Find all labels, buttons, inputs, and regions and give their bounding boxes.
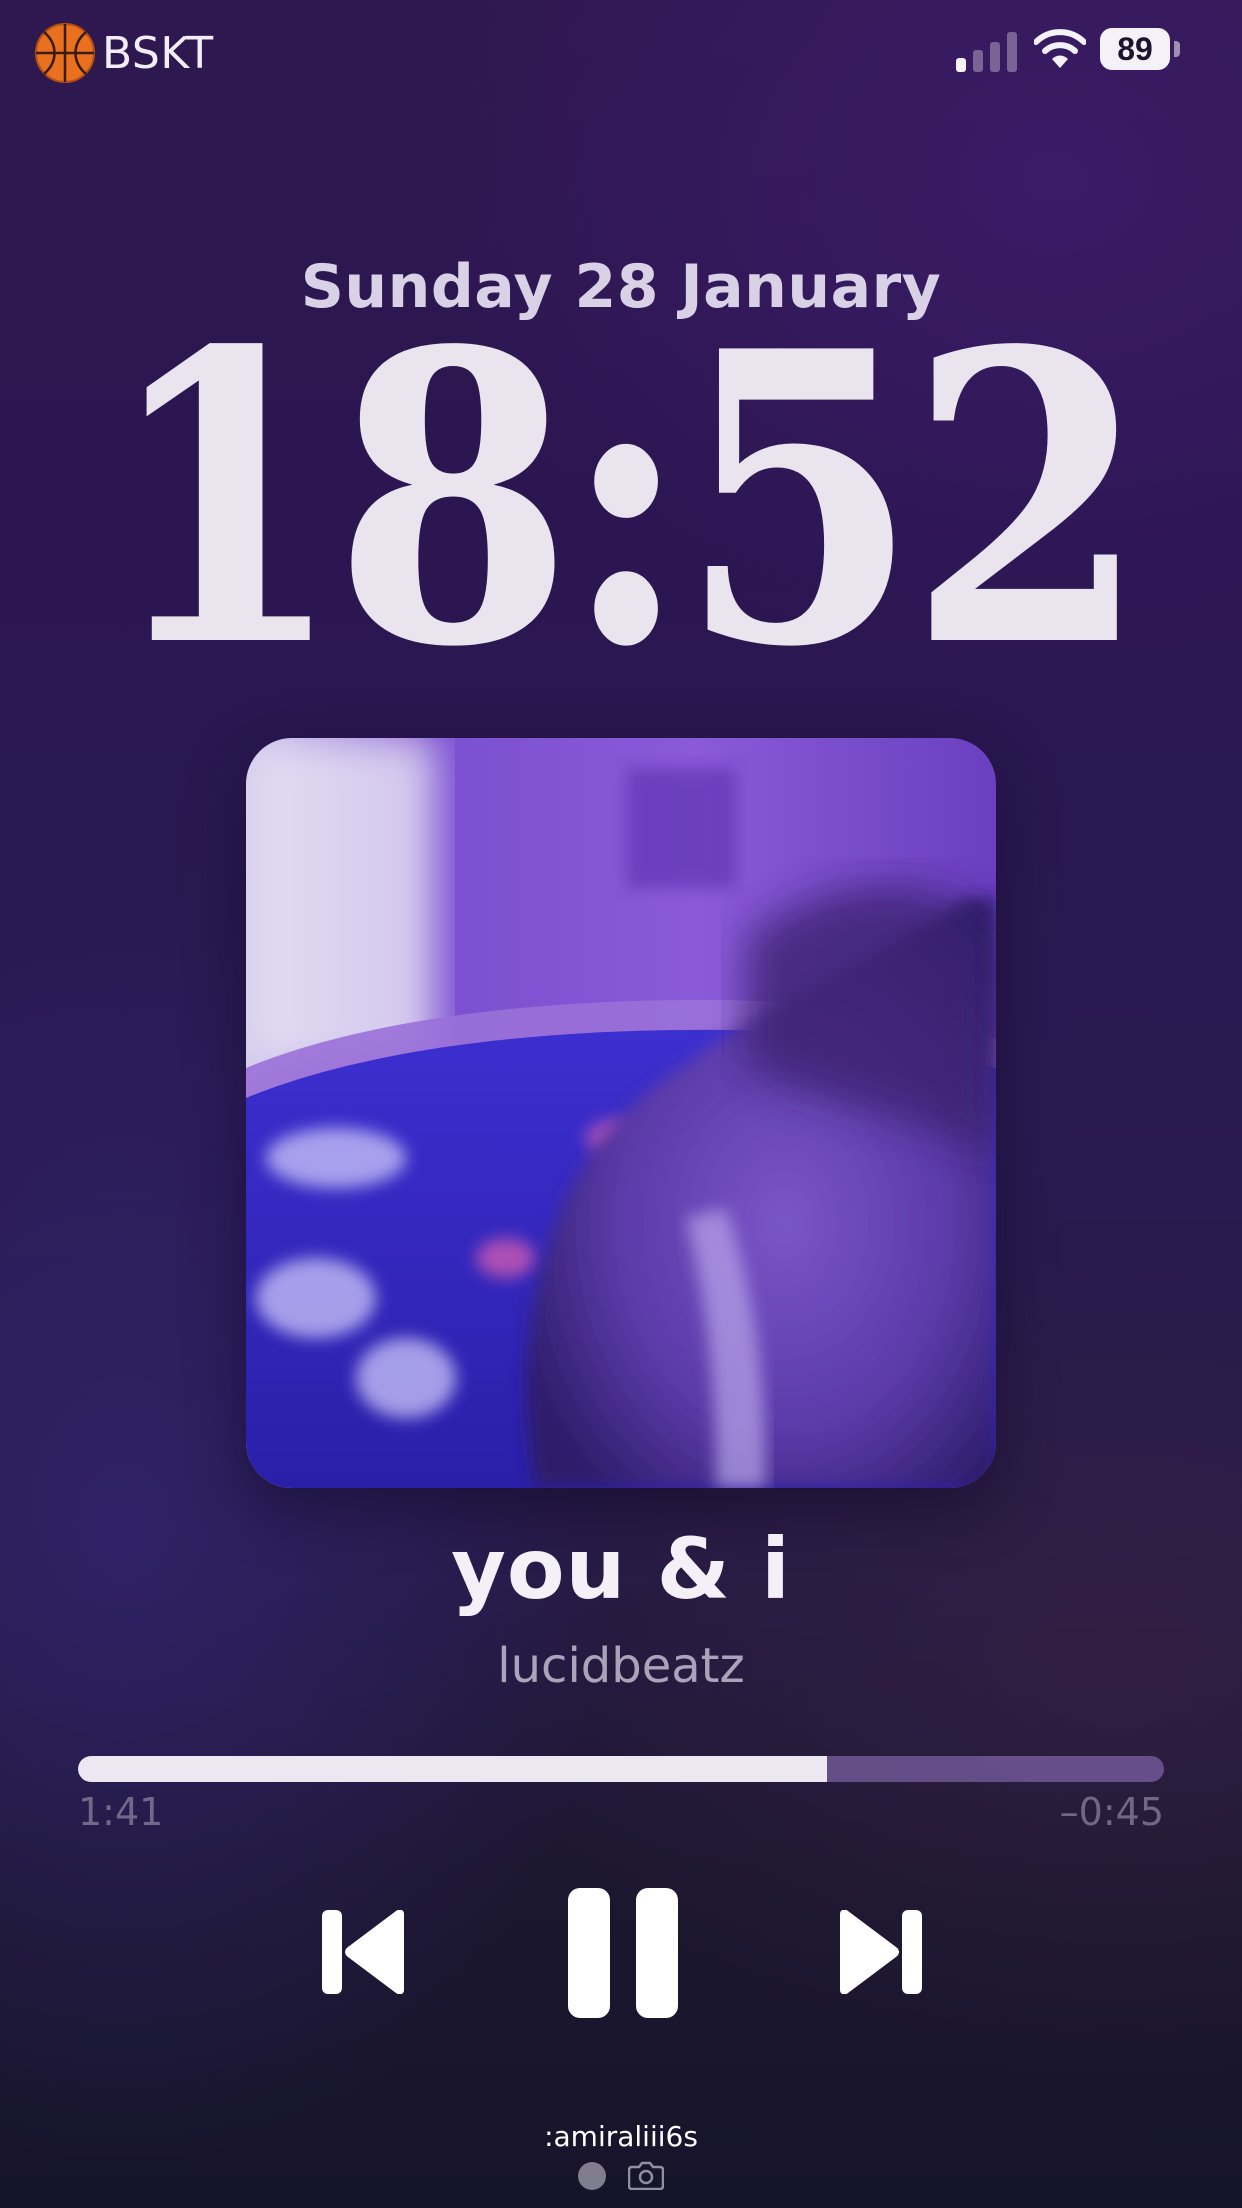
battery-level: 89 bbox=[1117, 30, 1153, 67]
flashlight-icon[interactable] bbox=[578, 2162, 606, 2190]
status-bar: BSKT 89 bbox=[0, 0, 1242, 110]
pause-icon bbox=[568, 1888, 678, 2018]
wifi-icon bbox=[1034, 29, 1086, 68]
camera-icon[interactable] bbox=[628, 2160, 664, 2190]
lock-screen-time[interactable]: 18:52 bbox=[87, 300, 1155, 700]
battery-body: 89 bbox=[1100, 28, 1170, 70]
watermark-handle: :amiraliii6s bbox=[544, 2120, 698, 2153]
album-artwork-image bbox=[246, 738, 996, 1488]
remaining-time: –0:45 bbox=[1059, 1790, 1164, 1834]
pause-button[interactable] bbox=[568, 1888, 678, 2018]
previous-track-button[interactable] bbox=[322, 1910, 408, 1994]
cellular-signal-icon bbox=[956, 32, 1017, 72]
battery-indicator: 89 bbox=[1100, 28, 1180, 70]
next-track-button[interactable] bbox=[836, 1910, 922, 1994]
skip-back-icon bbox=[322, 1910, 404, 1994]
track-artist[interactable]: lucidbeatz bbox=[0, 1638, 1242, 1694]
skip-forward-icon bbox=[840, 1910, 922, 1994]
track-title: you & i bbox=[451, 1520, 791, 1618]
carrier: BSKT bbox=[34, 22, 214, 84]
basketball-icon bbox=[35, 23, 95, 83]
album-artwork[interactable] bbox=[246, 738, 996, 1488]
carrier-label: BSKT bbox=[102, 27, 214, 79]
battery-tip bbox=[1174, 41, 1180, 57]
playback-progress-fill bbox=[78, 1756, 828, 1782]
elapsed-time: 1:41 bbox=[78, 1790, 164, 1834]
playback-scrubber[interactable] bbox=[78, 1756, 1164, 1782]
